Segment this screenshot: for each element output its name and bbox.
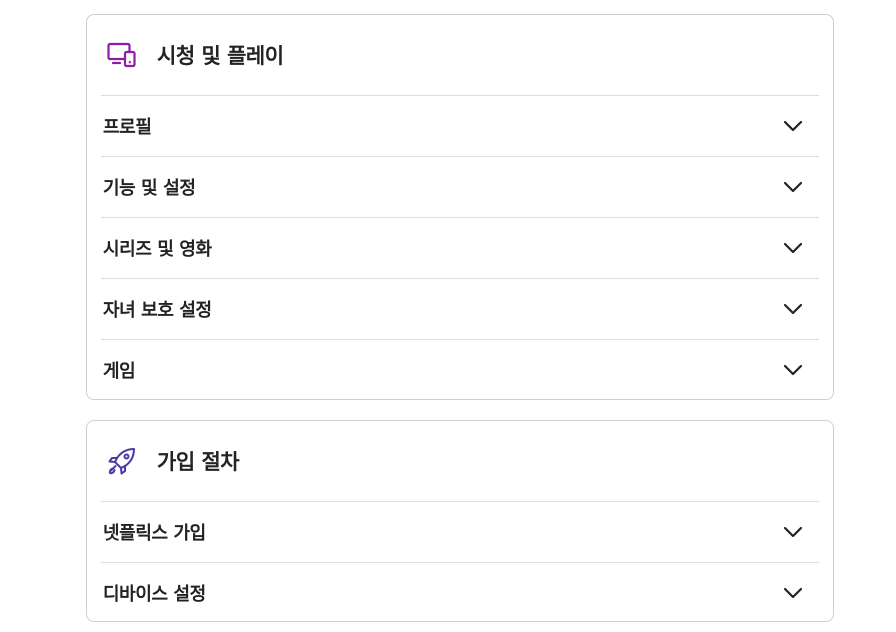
faq-item-label: 디바이스 설정 (103, 584, 206, 605)
chevron-down-icon (781, 297, 805, 321)
faq-item-label: 프로필 (103, 117, 152, 138)
faq-item-features-settings[interactable]: 기능 및 설정 (101, 156, 819, 217)
faq-list: 넷플릭스 가입 디바이스 설정 (101, 501, 819, 623)
chevron-down-icon (781, 520, 805, 544)
faq-item-profiles[interactable]: 프로필 (101, 95, 819, 156)
chevron-down-icon (781, 175, 805, 199)
faq-item-label: 시리즈 및 영화 (103, 239, 212, 260)
section-title: 시청 및 플레이 (157, 44, 284, 68)
rocket-icon (107, 446, 137, 476)
chevron-down-icon (781, 114, 805, 138)
faq-item-label: 기능 및 설정 (103, 178, 196, 199)
faq-item-label: 게임 (103, 361, 136, 382)
chevron-down-icon (781, 236, 805, 260)
section-title: 가입 절차 (157, 450, 240, 474)
help-section-getting-started: 가입 절차 넷플릭스 가입 디바이스 설정 (86, 420, 834, 622)
section-header: 가입 절차 (87, 421, 833, 501)
faq-item-device-setup[interactable]: 디바이스 설정 (101, 562, 819, 623)
faq-item-games[interactable]: 게임 (101, 339, 819, 400)
chevron-down-icon (781, 581, 805, 605)
faq-list: 프로필 기능 및 설정 시리즈 및 영화 자녀 보호 설정 게임 (101, 95, 819, 400)
faq-item-series-movies[interactable]: 시리즈 및 영화 (101, 217, 819, 278)
faq-item-signup[interactable]: 넷플릭스 가입 (101, 501, 819, 562)
faq-item-parental-controls[interactable]: 자녀 보호 설정 (101, 278, 819, 339)
help-section-watching-playing: 시청 및 플레이 프로필 기능 및 설정 시리즈 및 영화 자녀 보호 설정 게… (86, 14, 834, 400)
faq-item-label: 자녀 보호 설정 (103, 300, 212, 321)
devices-icon (107, 40, 137, 70)
chevron-down-icon (781, 358, 805, 382)
section-header: 시청 및 플레이 (87, 15, 833, 95)
faq-item-label: 넷플릭스 가입 (103, 523, 206, 544)
